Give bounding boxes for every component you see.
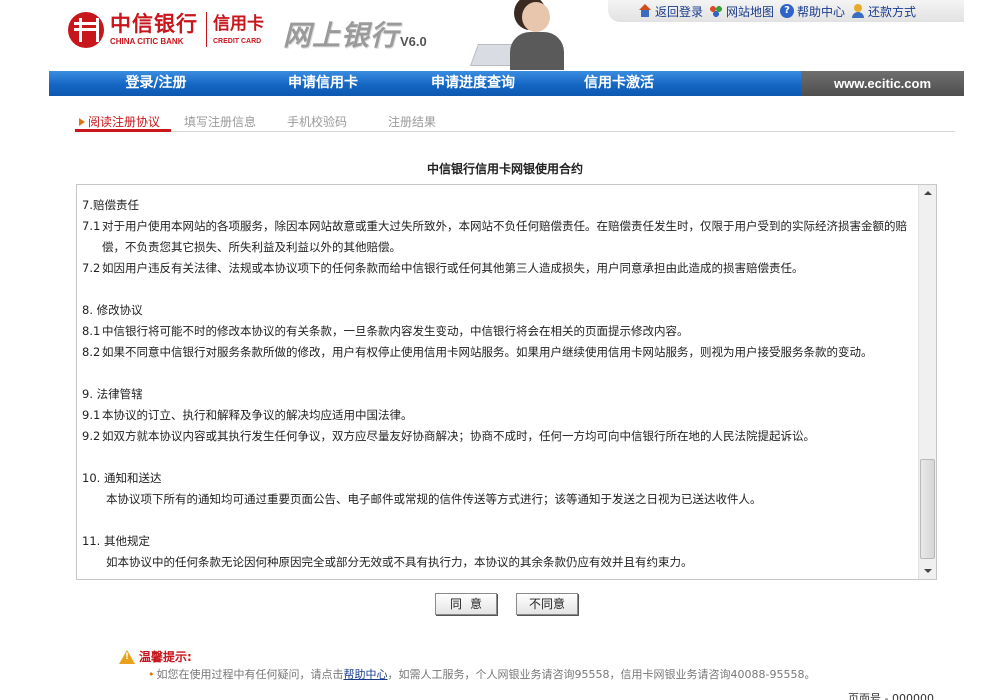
step-sms-code: 手机校验码 bbox=[287, 115, 348, 129]
section-11-text: 如本协议中的任何条款无论因何种原因完全或部分无效或不具有执行力，本协议的其余条款… bbox=[106, 555, 693, 569]
nav-progress-query[interactable]: 申请进度查询 bbox=[383, 71, 563, 96]
agreement-scrollbar[interactable] bbox=[918, 185, 936, 579]
help-center-link[interactable]: ? 帮助中心 bbox=[780, 3, 845, 20]
disagree-button[interactable]: 不同意 bbox=[516, 593, 578, 615]
active-step-underline bbox=[75, 129, 171, 132]
section-10-text: 本协议项下所有的通知均可通过重要页面公告、电子邮件或常规的信件传送等方式进行；该… bbox=[106, 492, 762, 506]
help-center-inline-link[interactable]: 帮助中心 bbox=[344, 668, 388, 681]
repay-icon bbox=[851, 4, 865, 18]
section-9-title: 9. 法律管辖 bbox=[82, 387, 143, 401]
scroll-up-icon[interactable] bbox=[919, 185, 936, 202]
section-11-title: 11. 其他规定 bbox=[82, 534, 150, 548]
site-url[interactable]: www.ecitic.com bbox=[801, 71, 964, 96]
clause-8-2: 8.2 如果不同意中信银行对服务条款所做的修改，用户有权停止使用信用卡网站服务。如… bbox=[82, 345, 873, 359]
tips-text: • 如您在使用过程中有任何疑问，请点击帮助中心，如需人工服务，个人网银业务请咨询9… bbox=[148, 668, 816, 681]
back-to-login-link[interactable]: 返回登录 bbox=[638, 3, 703, 20]
arrow-right-icon bbox=[79, 118, 85, 126]
top-links: 返回登录 网站地图 ? 帮助中心 还款方式 bbox=[608, 0, 964, 22]
header: 中信银行 CHINA CITIC BANK 信用卡 CREDIT CARD 网上… bbox=[0, 0, 1000, 70]
home-icon bbox=[638, 4, 652, 18]
step-read-agreement: 阅读注册协议 bbox=[79, 113, 160, 130]
citic-logo-icon bbox=[68, 12, 104, 48]
scroll-down-icon[interactable] bbox=[919, 562, 936, 579]
banner-image bbox=[460, 0, 610, 70]
ebank-title: 网上银行 bbox=[283, 19, 400, 52]
clause-8-1: 8.1 中信银行将可能不时的修改本协议的有关条款，一旦条款内容发生变动，中信银行将… bbox=[82, 324, 689, 338]
repayment-methods-link[interactable]: 还款方式 bbox=[851, 3, 916, 20]
section-10-title: 10. 通知和送达 bbox=[82, 471, 162, 485]
version-label: V6.0 bbox=[400, 34, 427, 49]
nav-card-activation[interactable]: 信用卡激活 bbox=[563, 71, 675, 96]
bank-logo[interactable]: 中信银行 CHINA CITIC BANK 信用卡 CREDIT CARD bbox=[68, 12, 264, 48]
nav-login-register[interactable]: 登录/注册 bbox=[49, 71, 263, 96]
sitemap-icon bbox=[709, 4, 724, 18]
section-7-title: 7.赔偿责任 bbox=[82, 198, 139, 212]
clause-9-2: 9.2 如双方就本协议内容或其执行发生任何争议，双方应尽量友好协商解决；协商不成时… bbox=[82, 429, 815, 443]
agreement-content: 7.赔偿责任 7.1 对于用户使用本网站的各项服务，除因本网站故意或重大过失所致外… bbox=[77, 185, 917, 579]
clause-9-1: 9.1 本协议的订立、执行和解释及争议的解决均应适用中国法律。 bbox=[82, 408, 413, 422]
card-cn: 信用卡 bbox=[213, 14, 264, 34]
card-en: CREDIT CARD bbox=[213, 38, 262, 45]
footer-page-id: 页面号 - 000000 bbox=[848, 692, 934, 700]
agree-button[interactable]: 同意 bbox=[435, 593, 497, 615]
step-result: 注册结果 bbox=[388, 115, 437, 129]
agreement-box[interactable]: 7.赔偿责任 7.1 对于用户使用本网站的各项服务，除因本网站故意或重大过失所致外… bbox=[76, 184, 937, 580]
tips-heading: 温馨提示: bbox=[119, 648, 192, 665]
main-nav: 登录/注册 申请信用卡 申请进度查询 信用卡激活 www.ecitic.com bbox=[49, 71, 964, 96]
register-steps: 阅读注册协议 填写注册信息 手机校验码 注册结果 bbox=[75, 112, 955, 132]
sitemap-link[interactable]: 网站地图 bbox=[709, 3, 774, 20]
section-8-title: 8. 修改协议 bbox=[82, 303, 143, 317]
warning-icon bbox=[119, 649, 135, 664]
clause-7-2: 7.2 如因用户违反有关法律、法规或本协议项下的任何条款而给中信银行或任何其他第三… bbox=[82, 261, 804, 275]
logo-cn: 中信银行 bbox=[110, 12, 198, 36]
nav-apply-card[interactable]: 申请信用卡 bbox=[263, 71, 383, 96]
scroll-thumb[interactable] bbox=[920, 459, 935, 559]
help-icon: ? bbox=[780, 4, 795, 18]
clause-7-1: 7.1 对于用户使用本网站的各项服务，除因本网站故意或重大过失所致外，本网站不负任… bbox=[82, 219, 907, 254]
logo-en: CHINA CITIC BANK bbox=[110, 37, 184, 46]
agreement-title: 中信银行信用卡网银使用合约 bbox=[426, 162, 583, 176]
step-fill-info: 填写注册信息 bbox=[184, 115, 257, 129]
